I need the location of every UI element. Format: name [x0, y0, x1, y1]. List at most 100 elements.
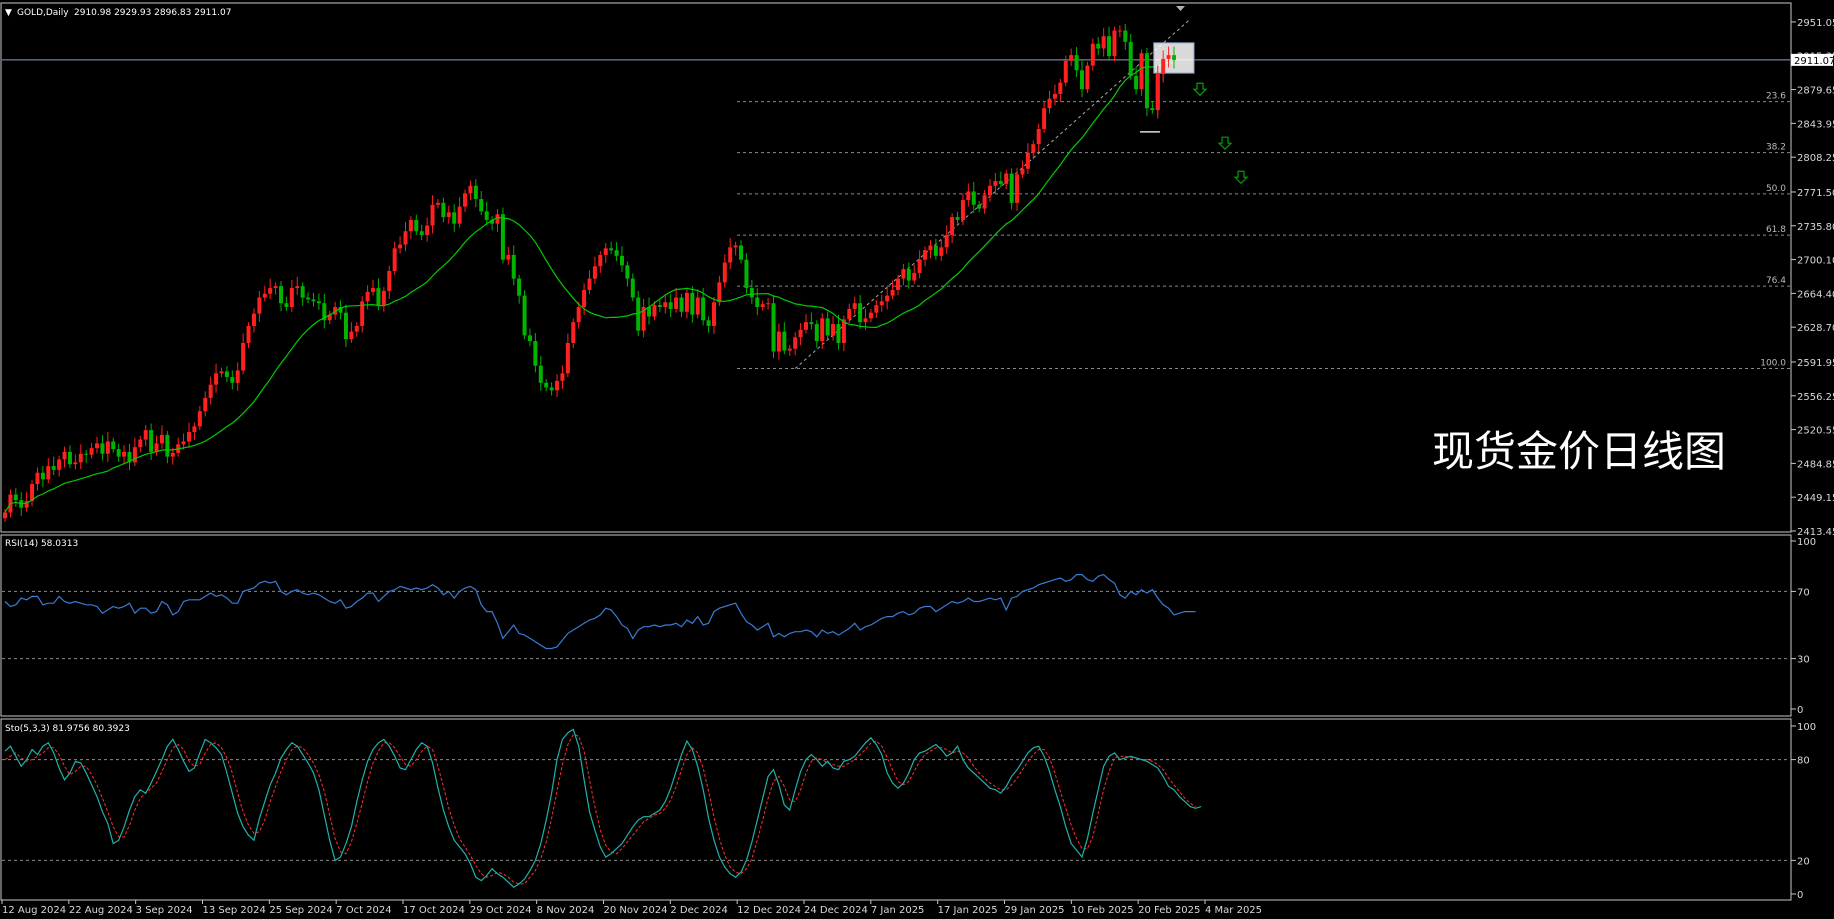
candle-body — [67, 451, 72, 465]
candle-body — [555, 380, 560, 391]
candle-body — [771, 303, 776, 352]
candle-body — [241, 342, 246, 371]
x-tick-label: 3 Sep 2024 — [136, 905, 193, 916]
candle-body — [706, 320, 711, 326]
candle-body — [868, 312, 873, 319]
candle-body — [592, 266, 597, 279]
sto-signal-line — [4, 733, 1196, 885]
candle-body — [890, 289, 895, 296]
candle-body — [132, 447, 137, 463]
candle-body — [1063, 60, 1068, 83]
x-tick-label: 29 Jan 2025 — [1005, 905, 1065, 916]
candle-body — [1107, 36, 1112, 57]
candle-body — [468, 185, 473, 194]
rsi-line — [4, 573, 1196, 650]
candle-body — [874, 305, 879, 313]
candle-body — [311, 299, 316, 302]
candle-body — [224, 371, 229, 378]
candle-body — [354, 325, 359, 332]
candle-body — [998, 181, 1003, 184]
candle-body — [711, 302, 716, 326]
candle-body — [1144, 53, 1149, 109]
candle-body — [105, 441, 110, 454]
x-tick-label: 7 Oct 2024 — [336, 905, 391, 916]
fib-level-label: 100.0 — [1760, 359, 1786, 369]
candle-body — [273, 286, 278, 289]
down-arrow-icon — [1217, 136, 1233, 151]
candle-body — [917, 259, 922, 273]
y-tick-label: 20 — [1797, 856, 1810, 867]
candle-body — [1004, 173, 1009, 184]
candle-body — [89, 448, 94, 455]
y-tick-label: 2664.40 — [1797, 289, 1834, 300]
candle-body — [187, 432, 192, 442]
candle-body — [1069, 55, 1074, 61]
candle-body — [414, 219, 419, 232]
x-tick-label: 2 Dec 2024 — [670, 905, 728, 916]
ohlc-readout: 2910.98 2929.93 2896.83 2911.07 — [74, 8, 231, 18]
candle-body — [787, 348, 792, 351]
candle-body — [111, 441, 116, 450]
candle-body — [955, 217, 960, 220]
candle-body — [1025, 152, 1030, 169]
x-axis: 12 Aug 2024 22 Aug 2024 3 Sep 2024 13 Sep 2… — [1, 900, 1262, 916]
candle-body — [1096, 43, 1101, 49]
candle-body — [457, 206, 462, 224]
candle-body — [306, 297, 311, 300]
candle-body — [181, 441, 186, 445]
x-tick-label: 8 Nov 2024 — [537, 905, 595, 916]
candle-body — [1047, 98, 1052, 109]
candle-body — [652, 305, 657, 317]
candle-body — [473, 185, 478, 200]
candle-body — [57, 459, 62, 470]
candle-body — [371, 288, 376, 292]
rsi-panel: 100 70 30 0 — [2, 537, 1816, 716]
candle-body — [1117, 30, 1122, 32]
candle-body — [1058, 82, 1063, 94]
candle-body — [1052, 93, 1057, 99]
candle-body — [403, 231, 408, 245]
y-tick-label: 2735.80 — [1797, 222, 1834, 233]
y-tick-label: 100 — [1797, 722, 1816, 733]
candle-body — [933, 245, 938, 256]
down-arrow-icon — [1233, 170, 1249, 185]
candle-body — [733, 245, 738, 248]
candle-body — [246, 325, 251, 343]
candle-body — [1020, 168, 1025, 175]
sto-main-line — [4, 728, 1202, 889]
candle-body — [987, 185, 992, 196]
y-tick-label: 70 — [1797, 587, 1810, 598]
candle-body — [1015, 174, 1020, 203]
candle-body — [549, 387, 554, 391]
x-tick-label: 4 Mar 2025 — [1205, 905, 1262, 916]
candle-body — [138, 439, 143, 448]
candle-body — [684, 292, 689, 312]
candle-body — [230, 377, 235, 383]
candle-body — [977, 204, 982, 209]
candle-body — [51, 466, 56, 470]
candle-body — [993, 181, 998, 186]
candle-body — [814, 324, 819, 342]
candle-body — [701, 297, 706, 321]
candle-body — [657, 305, 662, 308]
rsi-panel-frame — [0, 534, 1792, 717]
candle-body — [78, 453, 83, 463]
candle-body — [863, 318, 868, 323]
candle-body — [13, 494, 18, 501]
candle-body — [435, 202, 440, 205]
candle-body — [923, 250, 928, 260]
collapse-triangle-icon[interactable]: ▼ — [5, 8, 12, 18]
candle-body — [1090, 43, 1095, 66]
candle-body — [235, 370, 240, 383]
candle-body — [695, 297, 700, 315]
candle-body — [906, 269, 911, 281]
candle-body — [122, 451, 127, 457]
candle-body — [1079, 70, 1084, 90]
candle-body — [349, 331, 354, 340]
candle-body — [392, 248, 397, 272]
x-tick-label: 24 Dec 2024 — [804, 905, 868, 916]
y-tick-label: 100 — [1797, 537, 1816, 548]
candle-body — [538, 365, 543, 383]
candle-body — [116, 449, 121, 457]
candle-body — [1128, 41, 1133, 76]
